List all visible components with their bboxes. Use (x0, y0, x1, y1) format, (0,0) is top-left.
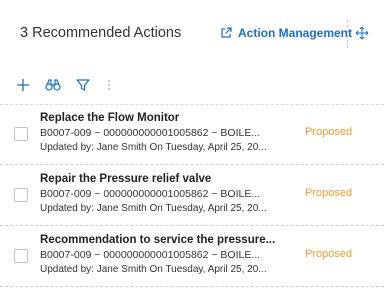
status-badge: Proposed (305, 248, 353, 260)
recommendation-list: Replace the Flow Monitor B0007-009 ~ 000… (0, 104, 384, 287)
panel-header: 3 Recommended Actions Action Management (0, 0, 384, 70)
recommendation-title[interactable]: Replace the Flow Monitor (40, 112, 179, 124)
header-divider (347, 20, 348, 48)
updated-line: Updated by: Jane Smith On Tuesday, April… (40, 264, 267, 275)
toolbar (0, 70, 384, 105)
updated-line: Updated by: Jane Smith On Tuesday, April… (40, 203, 267, 214)
recommendation-title[interactable]: Repair the Pressure relief valve (40, 173, 211, 185)
status-badge: Proposed (305, 126, 353, 138)
asset-id-line: B0007-009 ~ 000000000001005862 ~ BOILE..… (40, 188, 261, 200)
row-checkbox[interactable] (14, 188, 28, 202)
row-checkbox[interactable] (14, 249, 28, 263)
filter-icon[interactable] (76, 78, 90, 97)
action-management-label: Action Management (238, 26, 353, 40)
status-badge: Proposed (305, 187, 353, 199)
asset-id-line: B0007-009 ~ 000000000001005862 ~ BOILE..… (40, 249, 261, 261)
move-icon[interactable] (355, 26, 369, 45)
external-link-icon (220, 27, 232, 39)
recommendation-title[interactable]: Recommendation to service the pressure..… (40, 234, 275, 246)
more-vertical-icon[interactable] (106, 78, 112, 97)
plus-icon[interactable] (16, 78, 30, 97)
list-item[interactable]: Repair the Pressure relief valve B0007-0… (0, 165, 384, 226)
row-checkbox[interactable] (14, 127, 28, 141)
asset-id-line: B0007-009 ~ 000000000001005862 ~ BOILE..… (40, 127, 261, 139)
updated-line: Updated by: Jane Smith On Tuesday, April… (40, 142, 267, 153)
action-management-link[interactable]: Action Management (220, 26, 352, 40)
page-title: 3 Recommended Actions (20, 25, 182, 41)
list-item[interactable]: Recommendation to service the pressure..… (0, 226, 384, 287)
binoculars-icon[interactable] (45, 78, 61, 97)
list-item[interactable]: Replace the Flow Monitor B0007-009 ~ 000… (0, 104, 384, 165)
